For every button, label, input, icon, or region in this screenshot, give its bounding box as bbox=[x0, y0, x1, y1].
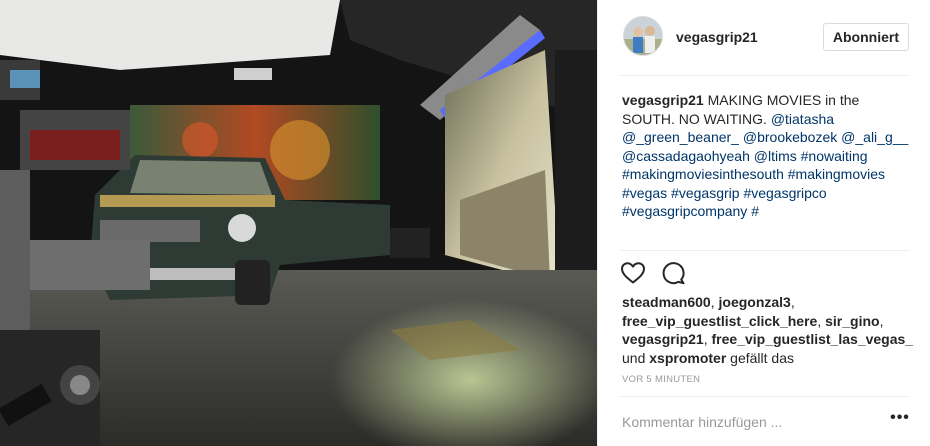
comment-input[interactable] bbox=[622, 412, 872, 432]
post-caption: vegasgrip21 MAKING MOVIES in the SOUTH. … bbox=[622, 91, 912, 221]
like-user[interactable]: sir_gino bbox=[825, 313, 879, 329]
like-separator: , bbox=[790, 294, 795, 310]
username-link[interactable]: vegasgrip21 bbox=[676, 29, 758, 45]
divider bbox=[620, 396, 910, 397]
caption-hashtag[interactable]: #makingmoviesinthesouth bbox=[622, 166, 784, 182]
like-button[interactable] bbox=[620, 260, 646, 286]
caption-link[interactable]: @brookebozek bbox=[743, 129, 837, 145]
like-user[interactable]: xspromoter bbox=[649, 350, 726, 366]
caption-hashtag[interactable]: #vegas bbox=[622, 185, 667, 201]
divider bbox=[620, 250, 910, 251]
caption-link[interactable]: @_ali_g__ bbox=[841, 129, 908, 145]
caption-hashtag[interactable]: #vegasgripco bbox=[743, 185, 826, 201]
like-user[interactable]: steadman600 bbox=[622, 294, 711, 310]
more-options-button[interactable]: ••• bbox=[890, 410, 910, 430]
caption-hashtag[interactable]: #vegasgripcompany bbox=[622, 203, 747, 219]
like-user[interactable]: free_vip_guestlist_las_vegas_ bbox=[712, 331, 914, 347]
caption-username[interactable]: vegasgrip21 bbox=[622, 92, 704, 108]
caption-hashtag[interactable]: #makingmovies bbox=[788, 166, 885, 182]
heart-icon bbox=[621, 262, 645, 284]
caption-link[interactable]: @ltims bbox=[754, 148, 797, 164]
likes-summary: steadman600, joegonzal3, free_vip_guestl… bbox=[622, 293, 914, 367]
caption-hashtag[interactable]: # bbox=[751, 203, 759, 219]
like-and: und bbox=[622, 349, 650, 366]
like-user[interactable]: free_vip_guestlist_click_here bbox=[622, 313, 817, 329]
caption-link[interactable]: @cassadagaohyeah bbox=[622, 148, 750, 164]
comment-icon bbox=[662, 262, 685, 285]
post-header: vegasgrip21 Abonniert bbox=[620, 14, 910, 60]
like-separator: , bbox=[710, 294, 719, 310]
following-button[interactable]: Abonniert bbox=[822, 23, 909, 51]
caption-hashtag[interactable]: #vegasgrip bbox=[671, 185, 740, 201]
avatar-photo bbox=[624, 17, 662, 55]
divider bbox=[620, 75, 910, 76]
caption-hashtag[interactable]: #nowaiting bbox=[801, 148, 868, 164]
like-separator: , bbox=[703, 331, 712, 347]
like-user[interactable]: joegonzal3 bbox=[719, 294, 791, 310]
comment-button[interactable] bbox=[660, 260, 686, 286]
caption-link[interactable]: @_green_beaner_ bbox=[622, 129, 739, 145]
post-photo[interactable] bbox=[0, 0, 597, 446]
like-separator: , bbox=[817, 312, 826, 329]
film-set-photo bbox=[0, 0, 597, 446]
caption-link[interactable]: @tiatasha bbox=[771, 111, 834, 127]
avatar[interactable] bbox=[623, 16, 663, 56]
like-separator: , bbox=[879, 312, 884, 329]
like-user[interactable]: vegasgrip21 bbox=[622, 331, 704, 347]
post-timestamp[interactable]: VOR 5 MINUTEN bbox=[622, 374, 700, 385]
like-suffix: gefällt das bbox=[726, 349, 794, 366]
post-panel: vegasgrip21 Abonniert vegasgrip21 MAKING… bbox=[597, 0, 930, 446]
